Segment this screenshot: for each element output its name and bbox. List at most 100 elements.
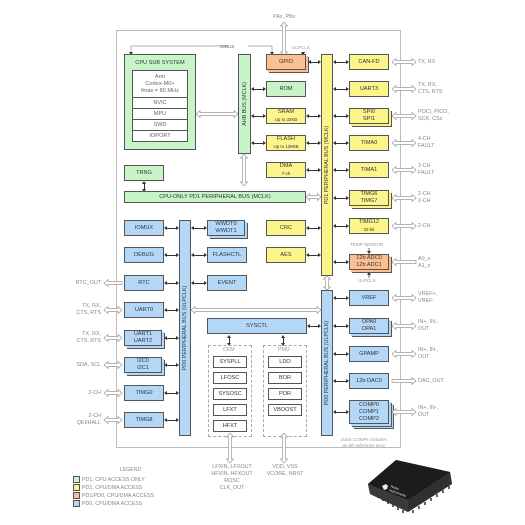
periph-label: TIMG8 bbox=[135, 416, 153, 423]
top-io-arrow bbox=[279, 21, 289, 57]
periph-label: TIMA0 bbox=[360, 139, 378, 146]
periph-io-line: FAULT bbox=[418, 170, 435, 176]
adc1-label: 12b ADC1 bbox=[356, 262, 382, 268]
legend-swatch bbox=[73, 492, 80, 500]
pd0-bus-link bbox=[164, 253, 179, 257]
periph-io-line: 2-CH bbox=[418, 163, 431, 169]
sysctl-ckm-link bbox=[227, 335, 231, 346]
legend-item: PD1, CPU ACCESS ONLY bbox=[73, 476, 154, 484]
ckm-io-3: ROSC bbox=[224, 478, 240, 484]
wwdt0-label: WWDT0 bbox=[215, 221, 237, 227]
dma-channels: 7-ch bbox=[281, 171, 291, 176]
io-arrow bbox=[391, 407, 417, 417]
pd0-bus-crosslink bbox=[190, 305, 322, 315]
periph-io: TX, RX, CTS, RTS bbox=[77, 303, 101, 317]
periph-uart3: UART3 bbox=[349, 81, 389, 97]
periph-io: 2-CH bbox=[418, 223, 431, 230]
io-arrow bbox=[391, 221, 417, 231]
flash-pd1-link bbox=[306, 141, 321, 145]
io-arrow bbox=[103, 278, 123, 288]
pd0-bus-left-label: PD0 PERIPHERAL BUS (ULPCLK) bbox=[182, 285, 188, 371]
adc-io: A0_x A1_x bbox=[418, 256, 430, 270]
cpu-core-line1: Arm bbox=[154, 73, 166, 80]
periph-canfd: CAN-FD bbox=[349, 54, 389, 70]
ckm-sysosc: SYSOSC bbox=[213, 388, 247, 400]
periph-io-line: OUT bbox=[418, 326, 430, 332]
pmu-io-arrow bbox=[279, 432, 289, 464]
periph-io: POCI, PICO, SCK, CSx bbox=[418, 109, 449, 123]
periph-label: DEBUG bbox=[134, 251, 154, 258]
flashctl-bus-link bbox=[191, 253, 207, 257]
pmu-bor: BOR bbox=[268, 372, 302, 384]
periph-label: OPA0 bbox=[361, 319, 377, 325]
periph-io: 2-CH 2-CH bbox=[418, 191, 431, 205]
io-arrow bbox=[391, 165, 417, 175]
ahb-to-cpu-only-link bbox=[239, 153, 249, 187]
periph-io: 2-CH bbox=[88, 390, 101, 397]
aes-block: AES bbox=[266, 247, 306, 263]
pd0-peripheral-bus-right: PD0 PERIPHERAL BUS (ULPCLK) bbox=[321, 290, 333, 436]
periph-label: IOMUX bbox=[134, 224, 154, 231]
iobus-label: IOBUS bbox=[220, 44, 235, 49]
periph-io-line: IN+, IN-, bbox=[418, 405, 439, 411]
crc-pd1-link bbox=[306, 226, 321, 230]
periph-io: 2-CH FAULT bbox=[418, 163, 434, 177]
periph-io-line: QEI/HALL bbox=[76, 420, 101, 426]
periph-io: SDA, SCL bbox=[76, 362, 101, 369]
periph-uart1: UART1 UART2 bbox=[124, 330, 162, 346]
periph-sublabel: TIMG7 bbox=[360, 198, 378, 204]
periph-label: CAN-FD bbox=[358, 58, 380, 65]
periph-label: I2C0 bbox=[137, 358, 149, 364]
periph-io-line: 2-CH bbox=[418, 198, 431, 204]
periph-rtc: RTC bbox=[124, 275, 164, 291]
flashctl-block: FLASHCTL bbox=[207, 247, 247, 263]
periph-label: 12b DAC0 bbox=[356, 377, 382, 384]
periph-sublabel2: COMP2 bbox=[359, 415, 379, 422]
periph-io-line: IN+, IN-, bbox=[418, 319, 439, 325]
periph-io-line: IN+, IN-, bbox=[418, 347, 439, 353]
legend-label: PD1/PD0, CPU/DMA ACCESS bbox=[82, 493, 155, 499]
ckm-io: LFXIN, LFXOUT HFXIN, HFXOUT ROSC CLK_OUT bbox=[206, 464, 258, 492]
flash-size: Up to 128KB bbox=[273, 144, 299, 149]
periph-label: SPI0 bbox=[362, 109, 376, 115]
periph-io: IN+, IN-, OUT bbox=[418, 347, 438, 361]
comp-note-line2: an 8b reference DAC bbox=[342, 443, 386, 448]
periph-label: TIMG0 bbox=[135, 389, 153, 396]
periph-io-line: RTC_OUT bbox=[75, 279, 101, 286]
sysctl-block: SYSCTL bbox=[207, 318, 307, 334]
ckm-io-1: LFXIN, LFXOUT bbox=[212, 464, 252, 470]
sysctl-bus-link bbox=[307, 324, 321, 328]
sram-pd1-link bbox=[306, 114, 321, 118]
ahb-flash-link bbox=[251, 141, 266, 145]
periph-uart0: UART0 bbox=[124, 302, 164, 318]
periph-io-line: FAULT bbox=[418, 143, 435, 149]
periph-tima0: TIMA0 bbox=[349, 135, 389, 151]
ahb-bus: AHB BUS (MCLK) bbox=[238, 54, 251, 154]
event-bus-link bbox=[191, 281, 207, 285]
pmu-por: POR bbox=[268, 388, 302, 400]
pd0-bus-link bbox=[164, 308, 179, 312]
periph-io: IN+, IN-, OUT bbox=[418, 405, 438, 419]
pd1-bus-link bbox=[333, 60, 349, 64]
periph-sublabel: OPA1 bbox=[361, 326, 377, 332]
trng-bus-link bbox=[142, 181, 146, 192]
ahb-bus-label: AHB BUS (MCLK) bbox=[241, 82, 248, 126]
periph-io-line: DAC_OUT bbox=[418, 377, 444, 384]
cpu-subsystem-title: CPU SUB SYSTEM bbox=[135, 60, 185, 66]
periph-label: TIMA1 bbox=[360, 166, 378, 173]
periph-gpamp: GPAMP bbox=[349, 346, 389, 362]
pd0-bus-link bbox=[333, 410, 349, 414]
ulpclk-label-top: ULPCLK bbox=[292, 45, 310, 50]
periph-label: COMP0 bbox=[359, 401, 379, 408]
periph-io: IN+, IN-, OUT bbox=[418, 319, 438, 333]
pd0-bus-link bbox=[333, 352, 349, 356]
periph-io: 2-CH QEI/HALL bbox=[77, 413, 101, 427]
event-block: EVENT bbox=[207, 275, 247, 291]
io-arrow bbox=[391, 376, 417, 386]
pmu-io: VDD, VSS VCORE, NRST bbox=[262, 464, 308, 478]
io-arrow bbox=[391, 138, 417, 148]
periph-io: TX, RX bbox=[418, 59, 435, 66]
periph-io-line: VREF- bbox=[418, 298, 435, 304]
pmu-io-2: VCORE, NRST bbox=[266, 471, 304, 477]
adc0-label: 12b ADC0 bbox=[356, 255, 382, 261]
